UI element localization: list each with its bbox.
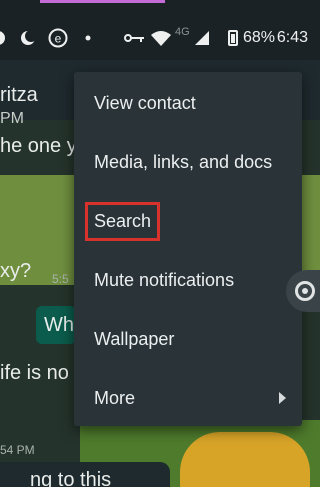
battery-percent: 68% (242, 29, 275, 46)
chat-message-3: ife is no (0, 362, 69, 384)
camera-icon (0, 31, 5, 45)
floating-camera-button[interactable] (286, 270, 320, 312)
wifi-icon (151, 31, 171, 46)
menu-item-view-contact[interactable]: View contact (74, 74, 302, 133)
svg-text:e: e (55, 32, 62, 46)
message-timestamp: 5:5 (52, 272, 69, 286)
notification-accent-line (40, 0, 165, 3)
overflow-menu: View contact Media, links, and docs Sear… (74, 72, 302, 426)
chat-message-5: ng to this article (0, 462, 170, 487)
chat-message-2: xy? (0, 260, 32, 282)
camera-shutter-icon (295, 281, 315, 301)
menu-item-label: Mute notifications (94, 270, 235, 290)
menu-item-mute-notifications[interactable]: Mute notifications (74, 251, 302, 310)
contact-name[interactable]: ritza (0, 84, 38, 107)
status-row: e 4G 68% 6:43 (0, 26, 320, 50)
menu-item-label: Wallpaper (94, 329, 175, 349)
menu-item-wallpaper[interactable]: Wallpaper (74, 310, 302, 369)
menu-item-search[interactable]: Search (74, 192, 302, 251)
status-time: 6:43 (276, 29, 308, 46)
menu-item-media-links-docs[interactable]: Media, links, and docs (74, 133, 302, 192)
menu-item-label: More (94, 388, 136, 408)
status-bar: e 4G 68% 6:43 (0, 0, 320, 60)
menu-item-label: View contact (94, 93, 196, 113)
key-icon (124, 34, 144, 42)
battery-icon (228, 30, 238, 46)
last-seen-time: PM (0, 110, 24, 127)
menu-item-label: Search (84, 202, 161, 241)
outgoing-message: Wh (36, 306, 76, 344)
chat-message-1: he one y (0, 135, 77, 157)
chevron-right-icon (279, 392, 286, 404)
bird-image-detail (180, 432, 310, 487)
dot-icon (85, 35, 91, 41)
menu-item-label: Media, links, and docs (94, 152, 273, 172)
menu-item-more[interactable]: More (74, 369, 302, 428)
message-timestamp-2: 54 PM (0, 443, 35, 457)
e-app-icon: e (48, 28, 68, 48)
moon-icon (21, 30, 36, 45)
network-type-label: 4G (175, 26, 190, 38)
signal-icon (195, 31, 209, 45)
